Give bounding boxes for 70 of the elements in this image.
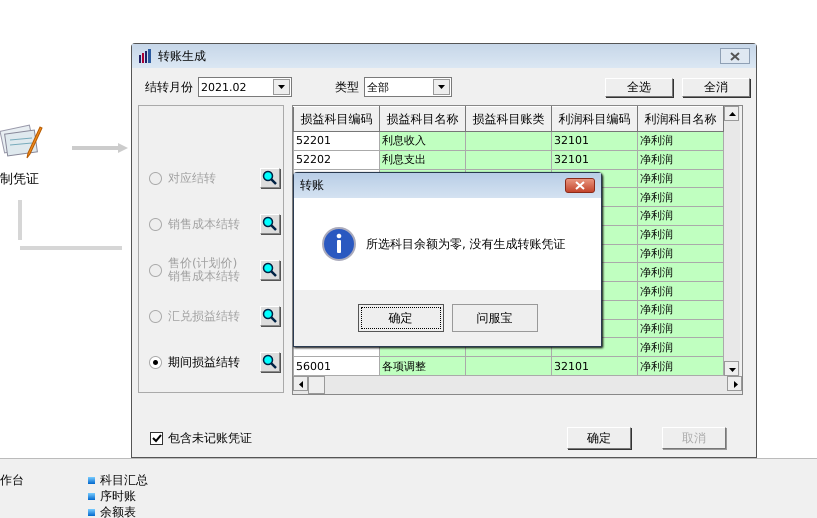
info-icon bbox=[322, 227, 356, 261]
vertical-scrollbar[interactable] bbox=[724, 106, 740, 376]
table-cell: 利息支出 bbox=[380, 150, 466, 170]
scroll-left-icon[interactable] bbox=[293, 376, 308, 391]
radio-button[interactable] bbox=[149, 356, 162, 368]
type-dropdown[interactable]: 全部 bbox=[364, 77, 452, 97]
report-link[interactable]: 余额表 bbox=[100, 504, 136, 518]
workbench-label[interactable]: 作台 bbox=[0, 472, 24, 489]
table-cell: 净利润 bbox=[638, 206, 724, 226]
scroll-right-icon[interactable] bbox=[727, 376, 742, 391]
column-header[interactable]: 利润科目名称 bbox=[638, 106, 724, 132]
search-button[interactable] bbox=[260, 260, 280, 280]
close-button[interactable] bbox=[565, 178, 595, 193]
table-cell: 56001 bbox=[294, 356, 380, 376]
search-button[interactable] bbox=[260, 306, 280, 326]
column-header[interactable]: 损益科目编码 bbox=[294, 106, 380, 132]
column-header[interactable]: 利润科目编码 bbox=[552, 106, 638, 132]
table-cell: 32101 bbox=[552, 356, 638, 376]
checkbox[interactable] bbox=[150, 432, 163, 444]
table-cell: 净利润 bbox=[638, 356, 724, 376]
ok-button[interactable]: 确定 bbox=[567, 427, 631, 449]
bullet-icon bbox=[88, 509, 95, 516]
table-cell: 32101 bbox=[552, 150, 638, 170]
option-label[interactable]: 期间损益结转 bbox=[168, 356, 254, 368]
table-cell: 净利润 bbox=[638, 244, 724, 263]
dialog-title: 转账 bbox=[300, 177, 324, 194]
table-cell: 净利润 bbox=[638, 319, 724, 338]
checkbox-label[interactable]: 包含未记账凭证 bbox=[168, 430, 252, 446]
message-text: 所选科目余额为零, 没有生成转账凭证 bbox=[366, 236, 566, 252]
search-button[interactable] bbox=[260, 214, 280, 234]
node-label[interactable]: 制凭证 bbox=[0, 170, 39, 188]
report-link[interactable]: 序时账 bbox=[100, 488, 136, 505]
table-cell: 净利润 bbox=[638, 282, 724, 300]
clear-all-button[interactable]: 全消 bbox=[682, 78, 750, 96]
table-cell: 净利润 bbox=[638, 132, 724, 150]
close-button[interactable] bbox=[720, 48, 750, 64]
book-icon bbox=[138, 49, 152, 63]
table-cell: 净利润 bbox=[638, 262, 724, 282]
column-header[interactable]: 损益科目账类 bbox=[466, 106, 552, 132]
table-cell: 净利润 bbox=[638, 338, 724, 357]
table-cell: 52202 bbox=[294, 150, 380, 170]
close-icon bbox=[730, 52, 740, 60]
table-cell: 利息收入 bbox=[380, 132, 466, 150]
search-button[interactable] bbox=[260, 168, 280, 188]
bullet-icon bbox=[88, 493, 95, 500]
flow-arrow bbox=[72, 143, 128, 153]
table-cell: 52201 bbox=[294, 132, 380, 150]
close-icon bbox=[575, 181, 585, 190]
month-dropdown[interactable]: 2021.02 bbox=[198, 77, 292, 97]
table-cell: 净利润 bbox=[638, 225, 724, 244]
dialog-button[interactable]: 问服宝 bbox=[452, 304, 538, 332]
table-cell: 各项调整 bbox=[380, 356, 466, 376]
scroll-down-icon[interactable] bbox=[724, 361, 739, 376]
report-link[interactable]: 科目汇总 bbox=[100, 472, 148, 489]
table-cell: 净利润 bbox=[638, 188, 724, 207]
type-label: 类型 bbox=[335, 78, 359, 96]
scroll-thumb[interactable] bbox=[308, 376, 325, 394]
month-label: 结转月份 bbox=[145, 78, 193, 96]
scroll-up-icon[interactable] bbox=[724, 106, 739, 121]
column-header[interactable]: 损益科目名称 bbox=[380, 106, 466, 132]
horizontal-scrollbar[interactable] bbox=[293, 376, 742, 394]
window-title: 转账生成 bbox=[158, 48, 207, 64]
bullet-icon bbox=[88, 477, 95, 484]
table-cell: 32101 bbox=[552, 132, 638, 150]
table-cell: 净利润 bbox=[638, 150, 724, 170]
table-cell: 净利润 bbox=[638, 169, 724, 188]
table-cell: 净利润 bbox=[638, 300, 724, 320]
select-all-button[interactable]: 全选 bbox=[605, 78, 673, 96]
dialog-button[interactable]: 确定 bbox=[358, 304, 444, 332]
search-button[interactable] bbox=[260, 352, 280, 372]
